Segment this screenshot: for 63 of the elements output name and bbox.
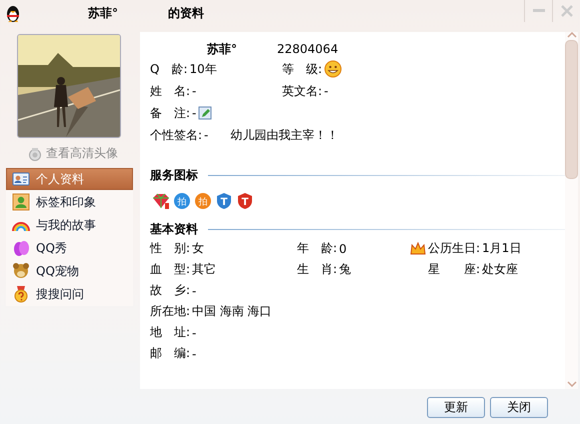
refresh-button[interactable]: 更新 — [427, 397, 485, 418]
field-value: - — [192, 326, 196, 340]
nav-item[interactable]: 搜搜问问 — [6, 283, 133, 305]
edit-icon[interactable] — [198, 106, 212, 120]
section-title: 基本资料 — [150, 220, 198, 238]
field-label: Q 龄: — [150, 60, 188, 78]
field-label: 地 址: — [150, 324, 190, 341]
window-title: 苏菲° — [88, 4, 118, 22]
field-label: 邮 编: — [150, 345, 190, 362]
field-value: - — [204, 128, 208, 142]
penguin-icon — [4, 3, 22, 23]
field-value: - — [192, 284, 196, 298]
field-value: - — [192, 84, 196, 98]
camera-icon — [28, 146, 42, 160]
field-label: 故 乡: — [150, 282, 190, 299]
field-label: 星 座: — [428, 261, 480, 278]
nav-item[interactable]: 标签和印象 — [6, 191, 133, 213]
card-icon — [12, 170, 30, 188]
field-label: 等 级: — [282, 60, 322, 78]
field-value: 女 — [192, 240, 204, 257]
close-icon — [560, 5, 572, 17]
section-title: 服务图标 — [150, 166, 198, 184]
signature-text: 幼儿园由我主宰！！ — [230, 126, 338, 144]
field-value: 10年 — [190, 60, 217, 78]
crown-icon — [410, 240, 426, 256]
field-value: - — [324, 84, 328, 98]
scroll-up-icon[interactable] — [566, 32, 576, 38]
nav-item[interactable]: QQ秀 — [6, 237, 133, 259]
pet-icon — [12, 262, 30, 280]
field-label: 生 肖: — [297, 261, 338, 278]
field-label: 所在地: — [150, 303, 190, 320]
window-title: 的资料 — [168, 4, 204, 22]
shield-icon[interactable]: T — [236, 192, 254, 210]
ball-icon — [12, 239, 30, 257]
field-value: 处女座 — [482, 261, 518, 278]
minimize-icon — [532, 9, 544, 13]
field-value: 1月1日 — [482, 240, 522, 257]
field-label: 姓 名: — [150, 82, 190, 100]
field-label: 备 注: — [150, 104, 190, 122]
field-label: 公历生日: — [428, 240, 480, 257]
scroll-down-icon[interactable] — [566, 381, 576, 387]
field-value: - — [192, 106, 196, 120]
field-label: 性 别: — [150, 240, 190, 257]
field-label: 个性签名: — [150, 126, 202, 144]
scrollbar-thumb[interactable] — [565, 40, 578, 179]
field-value: 兔 — [339, 261, 352, 278]
field-label: 血 型: — [150, 261, 190, 278]
gem-icon[interactable] — [152, 192, 170, 210]
nav-item[interactable]: 与我的故事 — [6, 214, 133, 236]
field-label: 英文名: — [282, 82, 322, 100]
nickname: 苏菲° — [207, 40, 237, 58]
person-icon — [12, 193, 30, 211]
shield-icon[interactable]: T — [215, 192, 233, 210]
close-dialog-button[interactable]: 关闭 — [490, 397, 548, 418]
nav-item[interactable]: QQ宠物 — [6, 260, 133, 282]
field-value: 其它 — [192, 261, 216, 278]
smiley-icon — [324, 60, 342, 78]
field-label: 年 龄: — [297, 240, 338, 257]
field-value: 中国 海南 海口 — [192, 303, 272, 320]
question-medal-icon — [12, 285, 30, 303]
field-value: 0 — [339, 242, 347, 256]
field-value: - — [192, 346, 196, 360]
qq-number: 22804064 — [277, 42, 338, 56]
